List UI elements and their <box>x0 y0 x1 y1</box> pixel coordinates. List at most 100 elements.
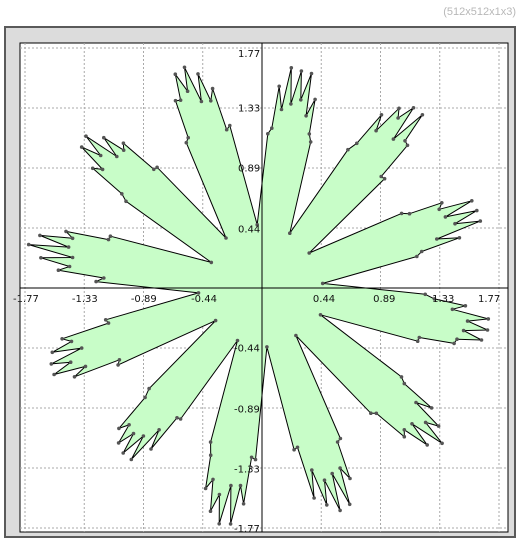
vertex-point <box>295 445 300 450</box>
vertex-point <box>436 424 441 428</box>
vertex-point <box>374 411 379 416</box>
vertex-point <box>335 440 340 444</box>
vertex-point <box>465 319 470 323</box>
vertex-point <box>463 304 468 308</box>
vertex-point <box>325 503 329 507</box>
vertex-point <box>79 145 84 149</box>
vertex-point <box>443 215 448 219</box>
vertex-point <box>320 281 325 286</box>
vertex-point <box>453 221 457 226</box>
vertex-point <box>127 423 131 427</box>
vertex-point <box>455 337 459 342</box>
vertex-point <box>209 260 214 265</box>
vertex-point <box>178 417 183 421</box>
vertex-point <box>289 66 294 70</box>
vertex-point <box>338 436 343 441</box>
vertex-point <box>67 264 72 269</box>
vertex-point <box>307 251 312 255</box>
vertex-point <box>120 192 124 196</box>
vertex-point <box>157 428 161 432</box>
x-tick-label: 1.77 <box>478 294 500 305</box>
vertex-point <box>102 135 106 140</box>
vertex-point <box>217 492 222 497</box>
vertex-point <box>292 447 296 452</box>
vertex-point <box>423 292 428 297</box>
vertex-point <box>124 199 128 204</box>
vertex-point <box>100 167 105 172</box>
vertex-point <box>299 98 303 102</box>
vertex-point <box>402 381 407 386</box>
vertex-point <box>186 135 190 140</box>
vertex-point <box>347 502 352 507</box>
vertex-point <box>338 466 342 470</box>
vertex-point <box>69 339 74 344</box>
vertex-point <box>196 72 200 76</box>
vertex-point <box>407 211 412 216</box>
y-tick-label: 1.77 <box>238 49 260 60</box>
vertex-point <box>60 337 64 341</box>
vertex-point <box>402 428 407 432</box>
vertex-point <box>106 321 111 325</box>
vertex-point <box>52 372 56 377</box>
vertex-point <box>213 318 218 323</box>
vertex-point <box>90 166 95 171</box>
vertex-point <box>26 242 31 247</box>
vertex-point <box>72 375 77 379</box>
vertex-point <box>84 134 88 138</box>
vertex-point <box>374 128 378 133</box>
vertex-point <box>379 113 384 117</box>
vertex-point <box>94 279 98 284</box>
vertex-point <box>338 508 342 513</box>
vertex-point <box>382 176 387 181</box>
vertex-point <box>211 477 215 482</box>
vertex-point <box>70 255 75 260</box>
vertex-point <box>117 426 121 431</box>
vertex-point <box>224 236 228 240</box>
x-tick-label: 1.33 <box>432 294 454 305</box>
vertex-point <box>346 147 350 152</box>
vertex-point <box>249 455 254 460</box>
vertex-point <box>419 249 424 254</box>
vertex-point <box>402 434 407 439</box>
vertex-point <box>108 234 113 238</box>
vertex-point <box>452 341 456 346</box>
y-tick-label: -1.77 <box>234 524 260 535</box>
vertex-point <box>425 443 430 447</box>
vertex-point <box>475 208 479 213</box>
vertex-point <box>64 229 68 234</box>
vertex-point <box>440 441 444 446</box>
vertex-point <box>143 395 147 400</box>
vertex-point <box>379 174 384 179</box>
vertex-point <box>185 89 190 93</box>
vertex-point <box>415 254 419 259</box>
vertex-point <box>312 496 316 500</box>
x-tick-label: 0.89 <box>373 294 395 305</box>
vertex-point <box>318 313 323 317</box>
vertex-point <box>116 441 121 445</box>
vertex-point <box>121 141 126 145</box>
vertex-point <box>486 317 491 321</box>
vertex-point <box>241 502 246 506</box>
vertex-point <box>265 345 269 349</box>
vertex-point <box>173 98 178 103</box>
vertex-point <box>49 362 54 366</box>
vertex-point <box>288 231 292 235</box>
vertex-point <box>294 333 298 338</box>
vertex-point <box>152 167 156 172</box>
flower-plot[interactable]: -1.77 -1.33 -0.89 -0.44 0.44 0.89 1.33 1.77 1.77… <box>6 28 514 536</box>
vertex-point <box>270 126 274 130</box>
vertex-point <box>420 113 425 117</box>
y-tick-label: -1.33 <box>234 464 260 475</box>
vertex-point <box>173 72 178 76</box>
vertex-point <box>228 123 232 128</box>
vertex-point <box>348 476 352 481</box>
vertex-point <box>423 420 428 425</box>
vertex-point <box>56 268 61 272</box>
vertex-point <box>184 140 189 145</box>
vertex-point <box>217 522 221 526</box>
vertex-point <box>121 451 125 455</box>
vertex-point <box>470 199 474 203</box>
vertex-point <box>229 483 233 488</box>
vertex-point <box>147 386 151 391</box>
vertex-point <box>415 339 420 344</box>
